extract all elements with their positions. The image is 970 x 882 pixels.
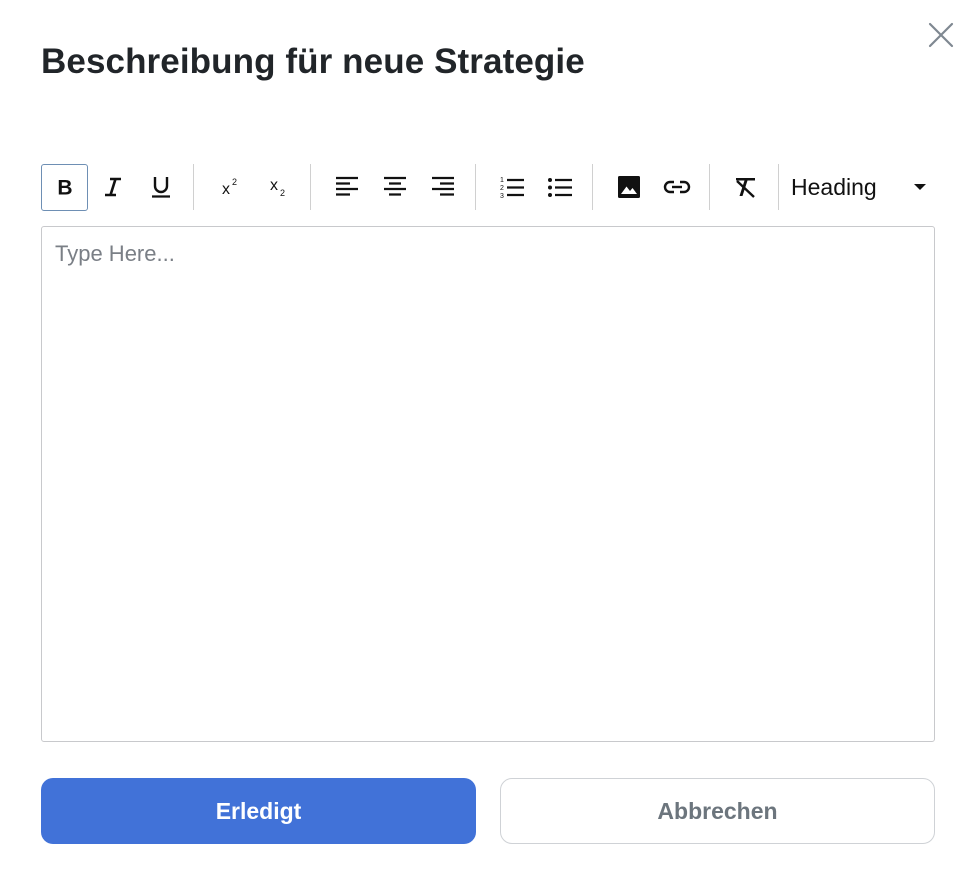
description-editor[interactable]: Type Here... (41, 226, 935, 742)
svg-text:1: 1 (500, 177, 504, 184)
link-icon (663, 180, 690, 194)
toolbar-separator (778, 164, 779, 210)
align-right-button[interactable] (419, 164, 466, 211)
close-button[interactable] (926, 20, 956, 50)
bullet-list-button[interactable] (536, 164, 583, 211)
subscript-icon: x 2 (270, 177, 285, 198)
italic-icon (104, 177, 121, 197)
svg-text:B: B (57, 177, 72, 199)
heading-select-value: Heading (791, 173, 877, 200)
toolbar-separator (709, 164, 710, 210)
svg-text:2: 2 (232, 177, 237, 187)
align-center-icon (383, 176, 406, 196)
align-center-button[interactable] (371, 164, 418, 211)
italic-button[interactable] (89, 164, 136, 211)
clear-format-icon (735, 178, 755, 198)
bold-icon: B (57, 177, 72, 199)
align-right-icon (431, 176, 454, 196)
close-icon (928, 22, 954, 48)
editor-toolbar: B x 2 x 2 1 2 3 Heading (41, 160, 935, 214)
cancel-button[interactable]: Abbrechen (500, 778, 935, 844)
modal-title: Beschreibung für neue Strategie (41, 42, 585, 81)
svg-text:2: 2 (500, 185, 504, 192)
insert-link-button[interactable] (653, 164, 700, 211)
image-icon (617, 176, 640, 198)
align-left-icon (335, 176, 358, 196)
toolbar-separator (592, 164, 593, 210)
clear-format-button[interactable] (722, 164, 769, 211)
svg-text:2: 2 (280, 188, 285, 198)
description-modal: Beschreibung für neue Strategie B x 2 x … (0, 0, 970, 882)
editor-placeholder: Type Here... (55, 241, 175, 266)
svg-text:x: x (222, 181, 230, 198)
insert-image-button[interactable] (605, 164, 652, 211)
superscript-icon: x 2 (222, 177, 237, 198)
superscript-button[interactable]: x 2 (206, 164, 253, 211)
toolbar-separator (310, 164, 311, 210)
heading-select[interactable]: Heading (785, 164, 927, 211)
ordered-list-icon: 1 2 3 (500, 177, 524, 199)
underline-icon (151, 177, 170, 198)
svg-text:3: 3 (500, 193, 504, 199)
align-left-button[interactable] (323, 164, 370, 211)
bold-button[interactable]: B (41, 163, 88, 211)
toolbar-separator (475, 164, 476, 210)
ordered-list-button[interactable]: 1 2 3 (488, 164, 535, 211)
bullet-list-icon (547, 178, 572, 197)
underline-button[interactable] (137, 164, 184, 211)
done-button[interactable]: Erledigt (41, 778, 476, 844)
svg-text:x: x (270, 177, 278, 194)
caret-down-icon (914, 184, 926, 190)
subscript-button[interactable]: x 2 (254, 164, 301, 211)
toolbar-separator (193, 164, 194, 210)
